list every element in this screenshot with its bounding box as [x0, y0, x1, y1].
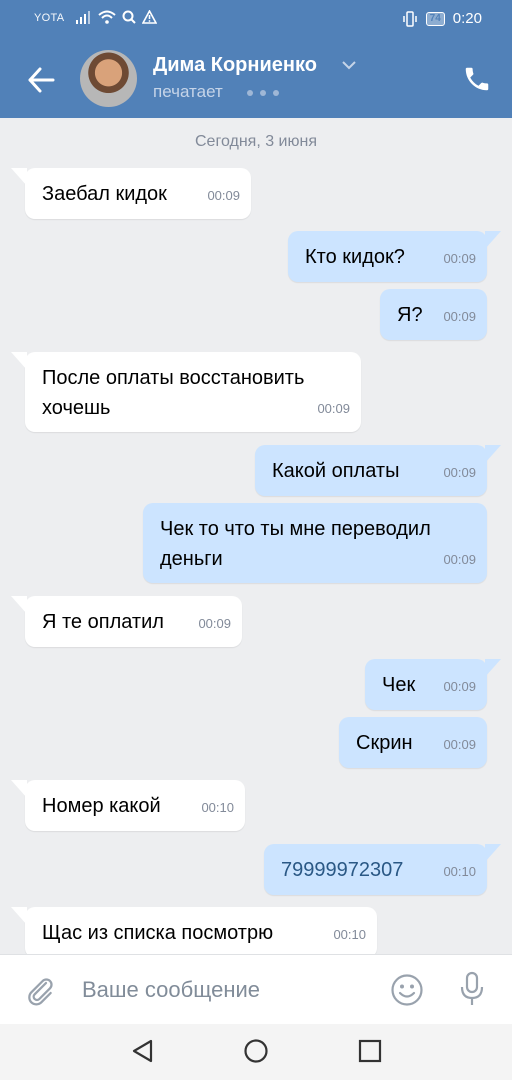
- signal-icon: [76, 11, 90, 24]
- message-text: Номер какой: [42, 795, 161, 817]
- message-outgoing[interactable]: Скрин 00:09: [339, 717, 487, 768]
- message-incoming[interactable]: Номер какой 00:10: [11, 780, 245, 831]
- search-icon: [122, 10, 136, 24]
- avatar[interactable]: [80, 50, 137, 107]
- warning-icon: [142, 10, 157, 24]
- chevron-down-icon[interactable]: [342, 60, 356, 70]
- message-time: 00:10: [333, 927, 366, 942]
- status-bar: YOTA 74 0:20: [0, 0, 512, 40]
- message-incoming[interactable]: Я те оплатил 00:09: [11, 596, 242, 647]
- typing-dots: [247, 90, 279, 96]
- message-text: Чек то что ты мне переводил деньги: [160, 518, 431, 570]
- message-time: 00:09: [207, 188, 240, 203]
- message-text: Я те оплатил: [42, 611, 164, 633]
- message-outgoing[interactable]: Кто кидок? 00:09: [288, 231, 501, 282]
- carrier-label: YOTA: [34, 12, 65, 24]
- back-arrow-icon[interactable]: [26, 66, 56, 94]
- message-outgoing[interactable]: Какой оплаты 00:09: [255, 445, 501, 496]
- message-text: Скрин: [356, 732, 413, 754]
- wifi-icon: [98, 10, 116, 24]
- message-incoming[interactable]: Щас из списка посмотрю 00:10: [11, 907, 377, 958]
- nav-back-icon[interactable]: [130, 1038, 156, 1064]
- message-time: 00:09: [317, 401, 350, 416]
- message-outgoing[interactable]: Чек 00:09: [365, 659, 501, 710]
- message-text: Чек: [382, 674, 416, 696]
- message-time: 00:09: [443, 737, 476, 752]
- message-input[interactable]: Ваше сообщение: [82, 977, 260, 1003]
- message-text: Щас из списка посмотрю: [42, 922, 274, 944]
- contact-name[interactable]: Дима Корниенко: [153, 54, 317, 77]
- paperclip-icon[interactable]: [24, 975, 56, 1007]
- message-text: После оплаты восстановить хочешь: [42, 367, 305, 419]
- message-outgoing[interactable]: Я? 00:09: [380, 289, 487, 340]
- message-text: Кто кидок?: [305, 246, 405, 268]
- message-phone-link[interactable]: 79999972307: [281, 855, 403, 885]
- date-separator: Сегодня, 3 июня: [195, 133, 317, 150]
- message-time: 00:09: [443, 309, 476, 324]
- message-time: 00:09: [443, 251, 476, 266]
- message-time: 00:09: [443, 465, 476, 480]
- phone-icon[interactable]: [462, 64, 492, 94]
- message-text: Какой оплаты: [272, 460, 400, 482]
- system-nav-bar: [0, 1024, 512, 1080]
- message-outgoing[interactable]: Чек то что ты мне переводил деньги 00:09: [143, 503, 487, 583]
- nav-recents-icon[interactable]: [357, 1038, 383, 1064]
- typing-status: печатает: [153, 82, 223, 101]
- battery-level: 74: [425, 11, 445, 26]
- message-time: 00:09: [198, 616, 231, 631]
- clock: 0:20: [452, 10, 482, 27]
- message-text: Заебал кидок: [42, 183, 167, 205]
- message-outgoing[interactable]: 79999972307 00:10: [264, 844, 501, 895]
- message-text: Я?: [397, 304, 423, 326]
- smile-icon[interactable]: [390, 973, 424, 1007]
- nav-home-icon[interactable]: [243, 1038, 269, 1064]
- chat-header: Дима Корниенко печатает: [0, 40, 512, 118]
- message-time: 00:09: [443, 552, 476, 567]
- message-incoming[interactable]: После оплаты восстановить хочешь 00:09: [11, 352, 361, 432]
- message-composer: Ваше сообщение: [0, 954, 512, 1025]
- message-time: 00:10: [201, 800, 234, 815]
- message-time: 00:10: [443, 864, 476, 879]
- microphone-icon[interactable]: [458, 971, 486, 1007]
- message-time: 00:09: [443, 679, 476, 694]
- message-incoming[interactable]: Заебал кидок 00:09: [11, 168, 251, 219]
- vibrate-icon: [402, 10, 417, 27]
